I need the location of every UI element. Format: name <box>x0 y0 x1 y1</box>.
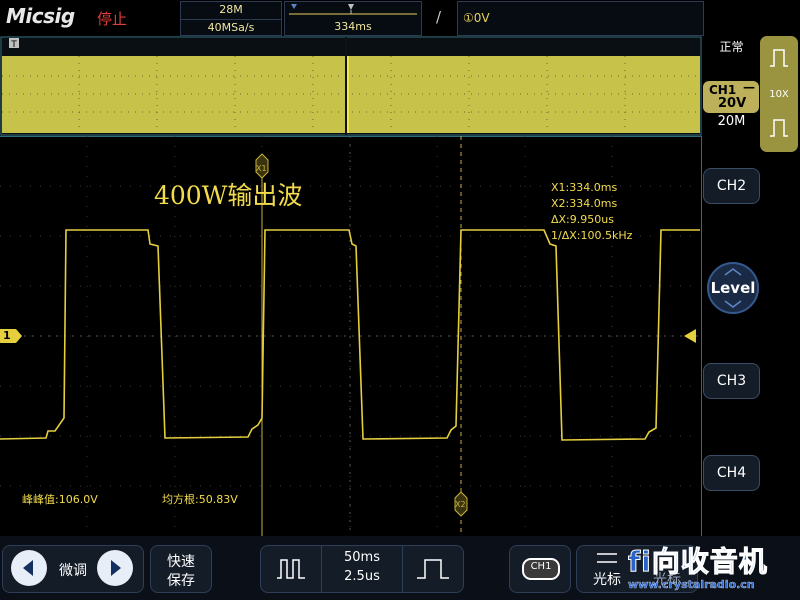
timebase-zoom[interactable]: 2.5us <box>323 569 401 584</box>
rms-measurement[interactable]: 均方根:50.83V <box>162 491 238 507</box>
probe-ratio: 10X <box>769 89 789 100</box>
ch1-scale: 20V <box>718 96 747 111</box>
memory-depth: 28M <box>219 3 243 16</box>
level-knob[interactable]: Level <box>707 262 759 314</box>
coupling-dc-icon: — <box>743 80 755 94</box>
fine-adjust-group: 微调 <box>2 545 144 593</box>
cursor-x1-time: X1:334.0ms <box>551 181 618 194</box>
ch1-badge-label: CH1 <box>530 561 552 572</box>
watermark-url: www.crystalradio.cn <box>628 578 755 591</box>
memory-window-marker <box>291 4 297 9</box>
peak-to-peak-measurement[interactable]: 峰峰值:106.0V <box>22 491 98 507</box>
ch1-label: CH1 <box>709 83 737 97</box>
fine-adjust-label: 微调 <box>59 563 87 579</box>
chevron-down-icon <box>724 300 742 308</box>
edge-falling-icon[interactable] <box>768 116 790 140</box>
edge-rising-icon[interactable] <box>768 46 790 70</box>
level-label: Level <box>710 279 756 297</box>
trigger-position-marker <box>348 4 354 10</box>
ch1-badge-icon: CH1 <box>522 558 560 580</box>
waveform-annotation: 400W输出波 <box>154 181 303 210</box>
trigger-mode[interactable]: 正常 <box>704 38 759 55</box>
timebase-increase-button[interactable] <box>402 546 463 592</box>
overview-trace-band <box>2 56 700 133</box>
fine-right-button[interactable] <box>97 550 133 586</box>
ch3-button[interactable]: CH3 <box>703 363 760 399</box>
fine-left-button[interactable] <box>11 550 47 586</box>
ch1-select-button[interactable]: CH1 <box>509 545 571 593</box>
quick-save-line1: 快速 <box>167 554 195 570</box>
arrow-right-icon <box>111 560 121 576</box>
quick-save-button[interactable]: 快速 保存 <box>150 545 212 593</box>
trigger-level-box[interactable]: ①0V <box>457 1 704 36</box>
memory-overview: T <box>0 36 702 136</box>
cursor-x2-label: X2 <box>455 500 466 509</box>
ch2-button[interactable]: CH2 <box>703 168 760 204</box>
run-stop-status[interactable]: 停止 <box>97 8 127 29</box>
probe-settings-panel[interactable]: 10X <box>760 36 798 152</box>
horizontal-cursor-icon <box>597 553 617 563</box>
trigger-slope-icon[interactable]: / <box>436 8 441 26</box>
time-position-value: 334ms <box>334 20 372 33</box>
cursor-x1-label: X1 <box>256 164 267 173</box>
ch4-button[interactable]: CH4 <box>703 455 760 491</box>
bandwidth-limit[interactable]: 20M <box>704 114 759 129</box>
ch1-marker-label: 1 <box>3 329 11 342</box>
cursor-delta-time: ΔX:9.950us <box>551 213 614 226</box>
cursor-frequency: 1/ΔX:100.5kHz <box>551 229 633 242</box>
ch1-settings-button[interactable]: CH1 — 20V <box>703 80 759 113</box>
cursor-x2-time: X2:334.0ms <box>551 197 618 210</box>
top-status-bar: Micsig 停止 28M 40MSa/s 334ms / ①0V <box>0 0 800 36</box>
svg-text:T: T <box>10 40 17 50</box>
cursor-measurements: X1:334.0ms X2:334.0ms ΔX:9.950us 1/ΔX:10… <box>551 180 632 244</box>
timebase-group: 50ms 2.5us <box>260 545 464 593</box>
arrow-left-icon <box>23 560 33 576</box>
narrow-pulse-icon <box>277 559 305 579</box>
horizontal-position-indicator <box>289 4 417 15</box>
chevron-up-icon <box>724 268 742 276</box>
sample-rate: 40MSa/s <box>181 19 281 34</box>
trigger-level-value: ①0V <box>463 11 490 25</box>
watermark-logo: fi向收音机 <box>628 545 768 579</box>
brand-logo: Micsig <box>6 4 75 28</box>
timebase-decrease-button[interactable] <box>261 546 322 592</box>
time-position-box[interactable]: 334ms <box>284 1 422 36</box>
timebase-main[interactable]: 50ms <box>323 550 401 565</box>
quick-save-line2: 保存 <box>167 573 195 589</box>
wide-pulse-icon <box>417 559 449 579</box>
acquisition-box[interactable]: 28M 40MSa/s <box>180 1 282 36</box>
